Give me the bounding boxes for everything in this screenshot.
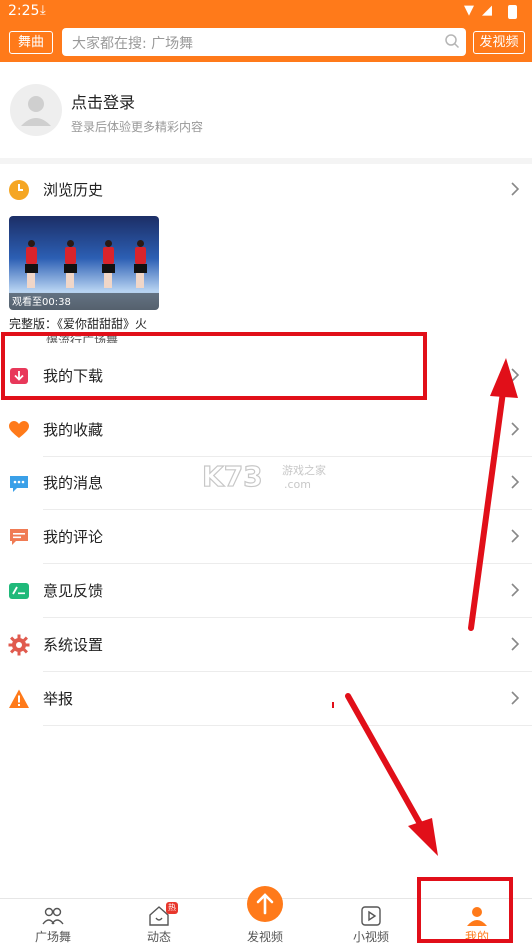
menu-item-report[interactable]: 举报 [0,672,532,726]
warning-icon [9,689,29,708]
post-video-button[interactable]: 发视频 [473,31,525,54]
battery-icon [508,5,517,19]
chevron-right-icon [511,691,520,705]
avatar[interactable] [10,84,62,136]
chevron-right-icon [511,637,520,651]
menu-item-label: 我的收藏 [43,421,104,439]
search-icon[interactable] [444,33,460,49]
login-title[interactable]: 点击登录 [71,89,135,113]
dancer-figure [24,240,38,292]
login-panel[interactable]: 点击登录 登录后体验更多精彩内容 [0,62,532,158]
search-input[interactable]: 大家都在搜: 广场舞 [62,28,466,56]
menu-item-feedback[interactable]: 意见反馈 [0,564,532,618]
watch-progress: 观看至00:38 [12,297,71,308]
wifi-icon: ▼ [464,3,474,18]
watermark-logo: K73 游戏之家 .com [201,459,326,493]
nav-label: 动态 [146,930,171,944]
menu-item-label: 举报 [43,690,74,708]
login-subtitle: 登录后体验更多精彩内容 [71,120,204,134]
svg-text:.com: .com [284,478,311,491]
nav-item-post-video[interactable]: 发视频 [212,886,318,946]
chevron-right-icon [511,529,520,543]
history-video-thumbnail[interactable]: 观看至00:38 [9,216,159,310]
my-page: 2:25 ⤓ ▼ ◢ 舞曲 大家都在搜: 广场舞 发视频 点击登录 登录后体验更… [0,0,532,946]
history-label: 浏览历史 [43,181,104,199]
gear-icon [8,634,30,656]
chevron-right-icon [511,475,520,489]
message-icon [10,476,28,492]
menu-item-label: 意见反馈 [43,582,104,600]
status-time: 2:25 [8,3,40,19]
chevron-right-icon [511,422,520,436]
menu-item-comments[interactable]: 我的评论 [0,510,532,564]
clock-icon [9,180,29,200]
menu-item-favorites[interactable]: 我的收藏 [0,403,532,457]
signal-icon: ◢ [482,3,492,18]
nav-label: 广场舞 [34,930,71,944]
top-bar: 2:25 ⤓ ▼ ◢ 舞曲 大家都在搜: 广场舞 发视频 [0,0,532,62]
nav-item-short-video[interactable]: 小视频 [318,899,424,946]
menu-item-settings[interactable]: 系统设置 [0,618,532,672]
nav-item-feed[interactable]: 热 动态 [106,899,212,946]
status-bar: 2:25 ⤓ ▼ ◢ [0,0,532,24]
upload-button[interactable] [247,886,283,922]
nav-label: 小视频 [352,930,389,944]
hot-badge: 热 [166,902,178,914]
svg-text:K73: K73 [202,460,263,493]
dancer-figure [133,240,147,292]
search-placeholder: 大家都在搜: 广场舞 [72,36,194,52]
row-divider [43,725,532,726]
menu-item-label: 我的消息 [43,474,104,492]
highlight-box-download [1,332,427,400]
chevron-right-icon [511,583,520,597]
feedback-icon [9,583,29,599]
play-icon [361,906,381,926]
highlight-box-me-tab [417,877,513,943]
svg-text:游戏之家: 游戏之家 [282,463,326,477]
heart-icon [9,421,29,438]
menu-item-label: 系统设置 [43,636,104,654]
dancer-figure [63,240,77,292]
arrowhead-down-icon [408,818,438,856]
menu-item-label: 我的评论 [43,528,104,546]
nav-item-square-dance[interactable]: 广场舞 [0,899,106,946]
dancer-figure [101,240,115,292]
history-row[interactable]: 浏览历史 [0,163,532,217]
upload-icon [256,893,274,915]
history-video-title[interactable]: 完整版：《爱你甜甜甜》火 [9,316,161,332]
chevron-right-icon [511,368,520,382]
chevron-right-icon [511,182,520,196]
nav-label: 发视频 [246,930,283,944]
comment-icon [10,529,28,545]
people-icon [42,907,64,925]
download-notification-icon: ⤓ [40,3,46,18]
default-avatar-icon [21,96,51,126]
dance-music-button[interactable]: 舞曲 [9,31,53,54]
